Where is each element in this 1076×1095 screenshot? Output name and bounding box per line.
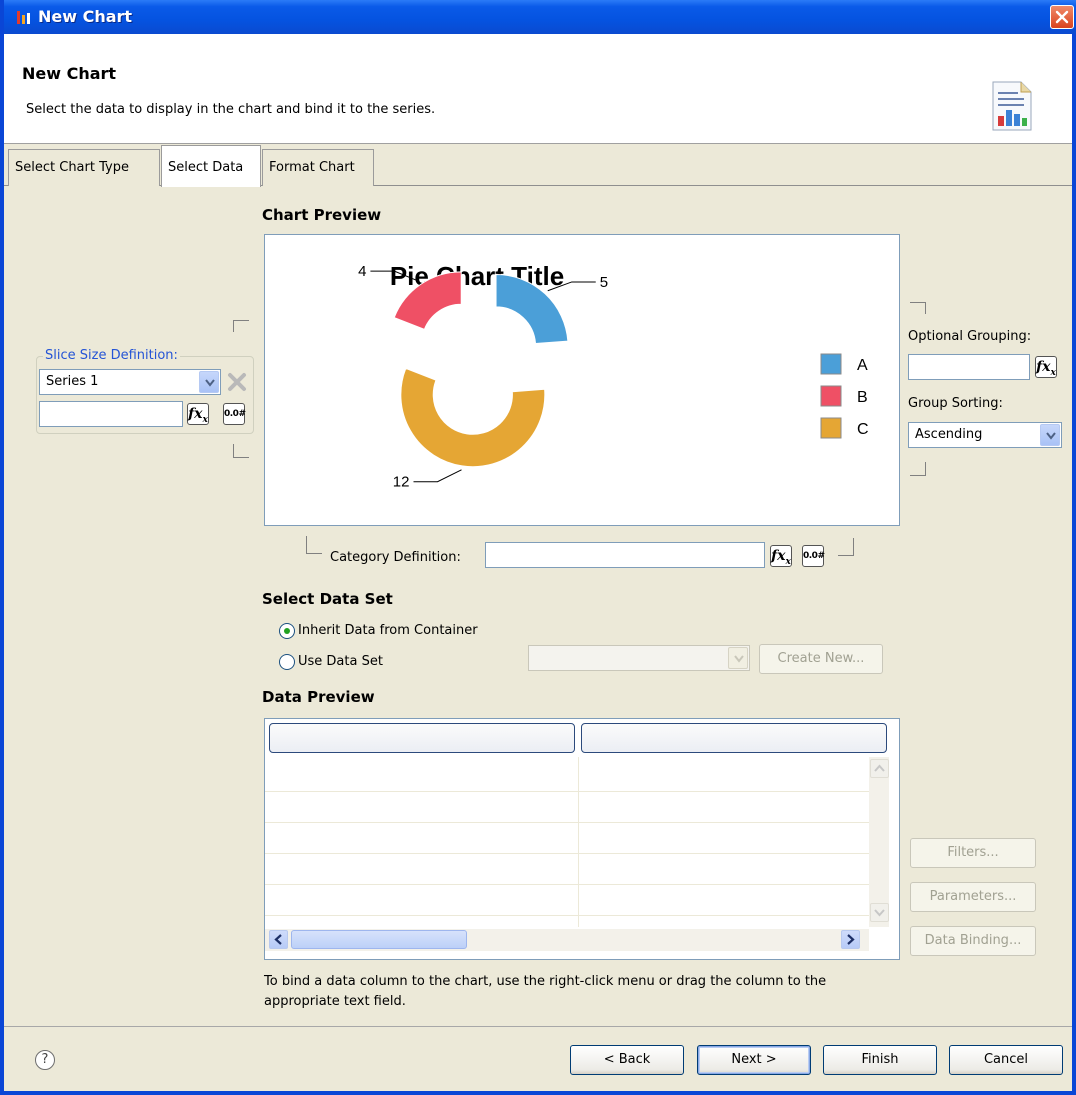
tab-select-chart-type[interactable]: Select Chart Type — [8, 149, 160, 186]
slice-size-group: Slice Size Definition: Series 1 fxx 0.0# — [36, 348, 254, 434]
table-row — [265, 884, 869, 885]
pie-chart: Pie Chart Title 5 12 4 ABC — [358, 261, 869, 491]
select-data-panel: Chart Preview Pie Chart Title 5 12 4 ABC S… — [4, 186, 1072, 1026]
leader-line — [413, 469, 462, 483]
chart-preview-heading: Chart Preview — [262, 206, 382, 224]
close-button[interactable] — [1050, 5, 1074, 29]
filters-button[interactable]: Filters... — [910, 838, 1036, 868]
cancel-button[interactable]: Cancel — [949, 1045, 1063, 1075]
data-preview-table — [264, 718, 900, 960]
chevron-right-icon — [847, 934, 855, 945]
chevron-down-icon — [874, 909, 885, 917]
optional-grouping-input[interactable] — [908, 354, 1030, 380]
chart-title: Pie Chart Title — [390, 261, 564, 291]
fx-expression-icon[interactable]: fxx — [187, 403, 209, 425]
chevron-up-icon — [874, 764, 885, 772]
group-sorting-dropdown[interactable]: Ascending — [908, 422, 1062, 448]
next-button[interactable]: Next > — [697, 1045, 811, 1075]
fx-expression-icon[interactable]: fxx — [770, 545, 792, 567]
legend-swatch-a — [820, 353, 842, 375]
legend-label-b: B — [857, 389, 868, 406]
column-header[interactable] — [269, 723, 575, 753]
close-icon — [1055, 10, 1069, 24]
format-number-icon[interactable]: 0.0# — [802, 545, 825, 567]
back-button[interactable]: < Back — [570, 1045, 684, 1075]
vertical-scrollbar[interactable] — [869, 757, 889, 927]
page-description: Select the data to display in the chart … — [26, 102, 436, 117]
wizard-header: New Chart Select the data to display in … — [4, 34, 1072, 144]
data-label: 5 — [600, 274, 608, 291]
bracket-mark — [910, 462, 926, 476]
data-label: 4 — [358, 263, 366, 280]
data-set-dropdown[interactable] — [528, 645, 750, 671]
category-definition-label: Category Definition: — [330, 550, 461, 565]
scroll-left-button[interactable] — [269, 930, 288, 949]
table-row — [265, 915, 869, 916]
column-divider — [578, 757, 579, 927]
chevron-down-icon[interactable] — [728, 647, 748, 669]
wizard-footer: ? < Back Next > Finish Cancel — [4, 1026, 1072, 1095]
use-data-set-radio[interactable] — [279, 654, 295, 670]
remove-series-icon[interactable] — [226, 371, 248, 393]
series-dropdown-value: Series 1 — [46, 374, 99, 389]
inherit-data-radio[interactable] — [279, 623, 295, 639]
legend-swatch-b — [820, 385, 842, 407]
chevron-down-icon[interactable] — [199, 371, 219, 393]
chevron-down-icon[interactable] — [1040, 424, 1060, 446]
scroll-right-button[interactable] — [841, 930, 860, 949]
data-preview-heading: Data Preview — [262, 688, 375, 706]
select-data-set-heading: Select Data Set — [262, 590, 393, 608]
format-number-icon[interactable]: 0.0# — [223, 403, 246, 425]
table-row — [265, 853, 869, 854]
binding-instructions: To bind a data column to the chart, use … — [264, 974, 827, 1009]
legend-label-a: A — [857, 357, 868, 374]
bracket-mark — [838, 538, 854, 556]
tab-select-data[interactable]: Select Data — [161, 145, 261, 187]
column-header[interactable] — [581, 723, 887, 753]
legend-label-c: C — [857, 421, 869, 438]
new-chart-dialog: New Chart New Chart Select the data to d… — [0, 0, 1076, 1095]
horizontal-scrollbar[interactable] — [265, 929, 869, 951]
data-binding-button[interactable]: Data Binding... — [910, 926, 1036, 956]
group-sorting-label: Group Sorting: — [908, 396, 1003, 411]
scroll-down-button[interactable] — [870, 903, 889, 922]
bracket-mark — [306, 536, 322, 554]
help-icon[interactable]: ? — [35, 1050, 55, 1070]
chart-app-icon — [17, 11, 30, 24]
bracket-mark — [233, 320, 249, 332]
fx-expression-icon[interactable]: fxx — [1035, 356, 1057, 378]
create-new-button[interactable]: Create New... — [759, 644, 883, 674]
scroll-up-button[interactable] — [870, 759, 889, 778]
chart-document-icon — [992, 81, 1032, 131]
slice-expression-input[interactable] — [39, 401, 183, 427]
inherit-data-label: Inherit Data from Container — [298, 623, 478, 638]
category-definition-input[interactable] — [485, 542, 765, 568]
use-data-set-label: Use Data Set — [298, 654, 383, 669]
pie-slice-c — [400, 367, 546, 468]
chart-preview: Pie Chart Title 5 12 4 ABC — [264, 234, 900, 526]
bracket-mark — [910, 302, 926, 314]
slice-size-legend: Slice Size Definition: — [43, 348, 180, 363]
scrollbar-thumb[interactable] — [291, 930, 467, 949]
bracket-mark — [233, 444, 249, 458]
wizard-tabs: Select Chart Type Select Data Format Cha… — [4, 145, 1072, 187]
parameters-button[interactable]: Parameters... — [910, 882, 1036, 912]
series-dropdown[interactable]: Series 1 — [39, 369, 221, 395]
chevron-left-icon — [274, 934, 282, 945]
group-sorting-value: Ascending — [915, 427, 983, 442]
page-title: New Chart — [22, 64, 117, 83]
table-row — [265, 791, 869, 792]
window-title: New Chart — [38, 7, 133, 26]
title-bar[interactable]: New Chart — [4, 0, 1076, 34]
legend-swatch-c — [820, 417, 842, 439]
table-row — [265, 822, 869, 823]
data-label: 12 — [393, 474, 410, 491]
tab-format-chart[interactable]: Format Chart — [262, 149, 374, 186]
finish-button[interactable]: Finish — [823, 1045, 937, 1075]
optional-grouping-label: Optional Grouping: — [908, 329, 1032, 344]
